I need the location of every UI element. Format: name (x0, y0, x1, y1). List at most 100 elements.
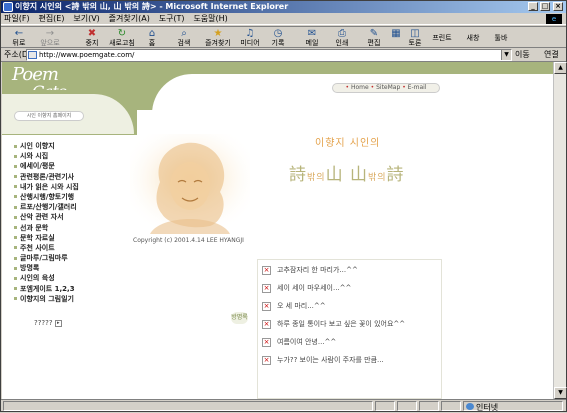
history-icon: ◷ (273, 28, 283, 39)
status-pane (375, 401, 395, 411)
close-button[interactable]: × (553, 2, 563, 11)
nav-home-link[interactable]: Home (351, 84, 369, 91)
vertical-scrollbar[interactable]: ▲ ▼ (553, 62, 567, 399)
ie-app-icon (3, 2, 13, 12)
menu-item[interactable]: 내가 읽은 시와 시집 (14, 182, 124, 192)
bullet-icon: • (345, 84, 350, 91)
favorites-button[interactable]: ★ 즐겨찾기 (201, 28, 235, 48)
menu-item[interactable]: 산악 관련 자서 (14, 212, 124, 222)
list-item[interactable]: × 여름이여 안녕...^^ (262, 336, 336, 348)
refresh-icon: ↻ (117, 28, 127, 39)
menu-item[interactable]: 르포/산행기/갤러리 (14, 202, 124, 212)
edit-button[interactable]: ✎ 편집 (361, 28, 387, 48)
discuss-dropdown[interactable]: ▦ (389, 28, 403, 48)
print-link-button[interactable]: 프린트 (429, 28, 455, 48)
mail-button[interactable]: ✉ 메일 (299, 28, 325, 48)
poet-portrait (130, 134, 250, 234)
nav-sitemap-link[interactable]: SiteMap (376, 84, 400, 91)
print-button[interactable]: ⎙ 인쇄 (331, 28, 353, 48)
new-window-button[interactable]: 새창 (463, 28, 483, 48)
browser-window: 이향지 시인의 <詩 밖의 山, 山 밖의 詩> - Microsoft Int… (0, 0, 567, 412)
broken-image-icon: × (262, 301, 271, 311)
minimize-button[interactable]: _ (528, 2, 538, 11)
page-icon (28, 51, 37, 59)
print-icon: ⎙ (338, 28, 346, 39)
list-item[interactable]: × 하루 종일 통이다 보고 싶은 꽃이 있어요^^ (262, 318, 405, 330)
scroll-down-button[interactable]: ▼ (554, 387, 567, 399)
nav-email-link[interactable]: E-mail (408, 84, 427, 91)
status-pane (419, 401, 439, 411)
bullet-icon: • (402, 84, 406, 91)
bottom-link[interactable]: ????? ▸ (34, 319, 62, 327)
toolbar-button[interactable]: 툴바 (491, 28, 511, 48)
menu-favorites[interactable]: 즐겨찾기(A) (106, 13, 153, 25)
broken-image-icon: × (262, 319, 271, 329)
scroll-up-button[interactable]: ▲ (554, 62, 567, 74)
menu-item[interactable]: 포엠게이트 1,2,3 (14, 284, 124, 294)
copyright-text: Copyright (c) 2001.4.14 LEE HYANGJI (133, 237, 244, 244)
zone-indicator: 인터넷 (463, 401, 563, 412)
forward-button[interactable]: → 앞으로 (35, 28, 65, 48)
sidebar-header: 시인 이향지 홈페이지 (14, 111, 84, 121)
menu-help[interactable]: 도움말(H) (190, 13, 230, 25)
broken-image-icon: × (262, 337, 271, 347)
menu-edit[interactable]: 편집(E) (35, 13, 67, 25)
bullet-icon: • (370, 84, 375, 91)
history-button[interactable]: ◷ 기록 (267, 28, 289, 48)
menu-item[interactable]: 시와 시집 (14, 151, 124, 161)
maximize-button[interactable]: □ (540, 2, 550, 11)
menu-file[interactable]: 파일(F) (1, 13, 33, 25)
search-icon: ⌕ (181, 28, 187, 39)
guestbook-label[interactable]: 방명록 (231, 312, 248, 324)
menu-tools[interactable]: 도구(T) (156, 13, 188, 25)
list-item[interactable]: × 고추잠자리 한 마리가...^^ (262, 264, 358, 276)
broken-image-icon: × (262, 265, 271, 275)
arrow-box-icon: ▸ (54, 319, 62, 327)
header-curve (152, 74, 553, 124)
menu-item[interactable]: 관련평론/관련기사 (14, 172, 124, 182)
list-item[interactable]: × 오 세 마리...^^ (262, 300, 326, 312)
menu-item[interactable]: 산행시행/향토기행 (14, 192, 124, 202)
address-url: http://www.poemgate.com/ (39, 51, 135, 59)
status-text (3, 401, 373, 411)
search-button[interactable]: ⌕ 검색 (173, 28, 195, 48)
menu-item[interactable]: 이향지의 그림일기 (14, 294, 124, 304)
address-input[interactable]: http://www.poemgate.com/ ▼ (26, 49, 512, 61)
globe-icon (466, 403, 474, 410)
menu-item[interactable]: 선과 문학 (14, 223, 124, 233)
ie-throbber-icon: e (546, 14, 562, 24)
side-menu: 시인 이향지 시와 시집 에세이/평문 관련평론/관련기사 내가 읽은 시와 시… (14, 141, 124, 304)
broken-image-icon: × (262, 283, 271, 293)
discuss-icon: ◫ (410, 28, 420, 39)
discuss-button[interactable]: ◫ 토론 (403, 28, 427, 48)
home-icon: ⌂ (148, 28, 156, 39)
menu-view[interactable]: 보기(V) (70, 13, 102, 25)
menu-item[interactable]: 에세이/평문 (14, 161, 124, 171)
menu-item[interactable]: 문학 자료실 (14, 233, 124, 243)
title-bar: 이향지 시인의 <詩 밖의 山, 山 밖의 詩> - Microsoft Int… (1, 1, 566, 13)
refresh-button[interactable]: ↻ 새로고침 (106, 28, 138, 48)
menu-item[interactable]: 글마루/그림마루 (14, 253, 124, 263)
home-button[interactable]: ⌂ 홈 (142, 28, 162, 48)
discuss-icon: ▦ (391, 28, 401, 39)
media-button[interactable]: ♫ 미디어 (237, 28, 263, 48)
menu-item[interactable]: 방명록 (14, 263, 124, 273)
menu-item[interactable]: 주천 사이트 (14, 243, 124, 253)
top-nav: • Home • SiteMap • E-mail (332, 83, 440, 93)
window-title: 이향지 시인의 <詩 밖의 山, 山 밖의 詩> - Microsoft Int… (15, 2, 289, 11)
back-button[interactable]: ← 뒤로 (7, 28, 31, 48)
favorites-icon: ★ (213, 28, 223, 39)
list-item[interactable]: × 누가?? 보이는 사람이 주자를 만큼... (262, 354, 384, 366)
address-dropdown-button[interactable]: ▼ (501, 50, 511, 60)
standard-toolbar: ← 뒤로 → 앞으로 ✖ 중지 ↻ 새로고침 ⌂ 홈 ⌕ 검색 ★ 즐겨찾기 ♫ 미디어 ◷ 기록… (1, 26, 566, 48)
status-pane (441, 401, 461, 411)
poet-title: 이향지 시인의 (315, 138, 381, 149)
mail-icon: ✉ (307, 28, 317, 39)
broken-image-icon: × (262, 355, 271, 365)
stop-button[interactable]: ✖ 중지 (81, 28, 103, 48)
list-item[interactable]: × 세이 세이 마우세이...^^ (262, 282, 351, 294)
page-content: Poem Gate • Home • SiteMap • E-mail 시인 이… (2, 62, 553, 399)
go-button[interactable]: 이동 (515, 49, 530, 61)
menu-item[interactable]: 시인 이향지 (14, 141, 124, 151)
menu-item[interactable]: 시인의 육성 (14, 273, 124, 283)
